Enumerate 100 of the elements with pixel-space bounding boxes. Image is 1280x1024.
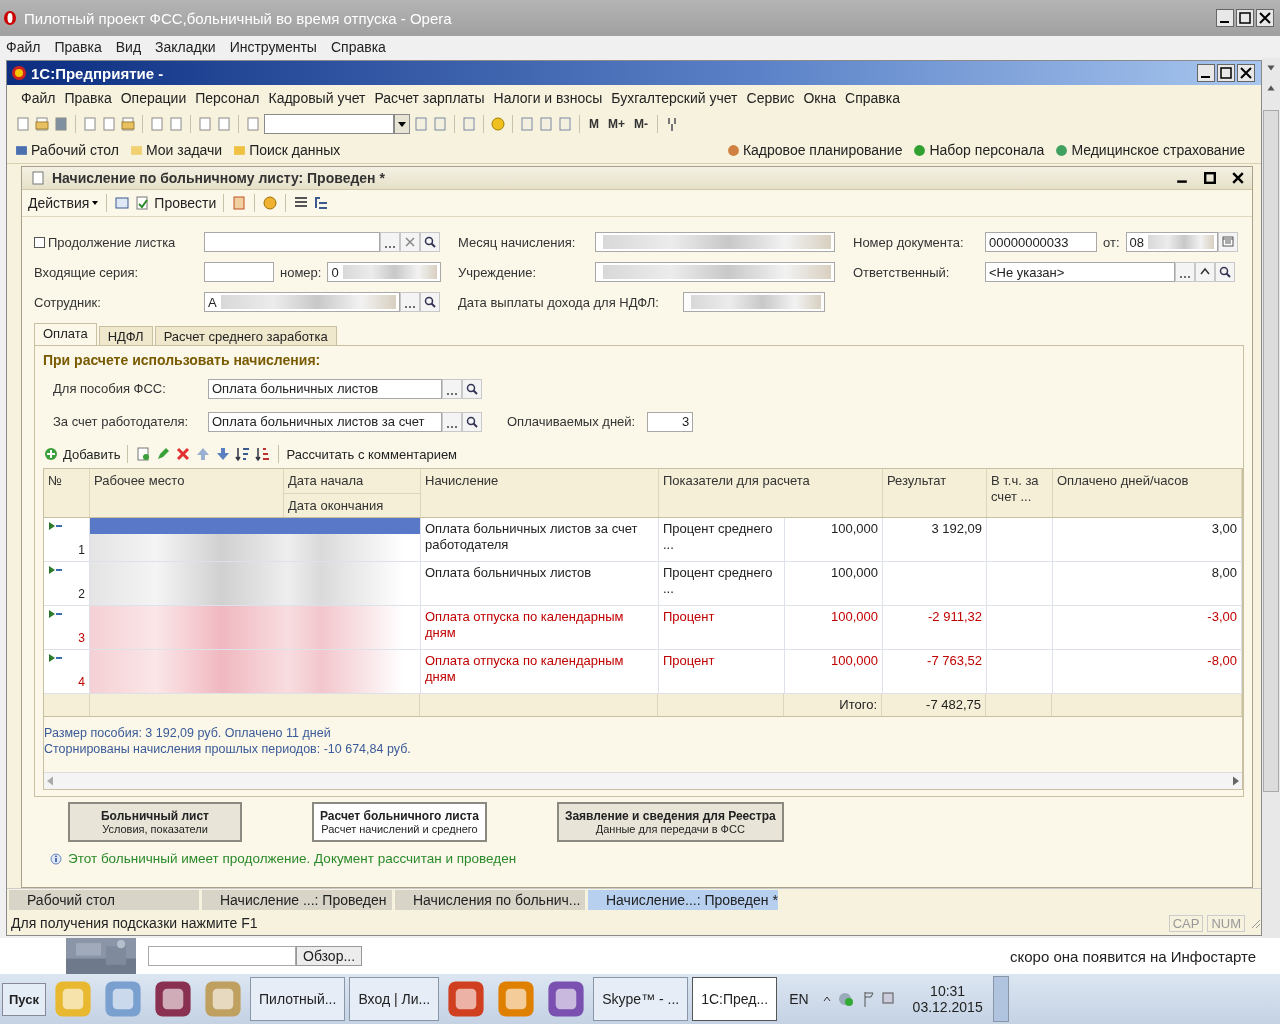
menu-item[interactable]: Справка — [845, 90, 900, 106]
toolbar-icon[interactable] — [82, 116, 98, 132]
maximize-button[interactable] — [1217, 64, 1235, 82]
input-field[interactable] — [204, 232, 380, 252]
column-header[interactable]: Начисление — [421, 469, 659, 517]
column-header[interactable]: В т.ч. за счет ... — [987, 469, 1053, 517]
toolbar-icon[interactable] — [168, 116, 184, 132]
input-field[interactable]: 00000000033 — [985, 232, 1097, 252]
browse-button[interactable]: Обзор... — [296, 946, 363, 966]
select-button[interactable] — [400, 292, 420, 312]
add-button[interactable]: Добавить — [63, 446, 121, 462]
arrow-down-icon[interactable] — [215, 446, 232, 462]
search-button[interactable] — [462, 411, 482, 432]
maximize-button[interactable] — [1236, 9, 1254, 27]
panel-item-icon[interactable] — [15, 143, 28, 157]
search-button[interactable] — [420, 232, 440, 252]
toolbar-icon[interactable] — [53, 116, 69, 132]
menu-item[interactable]: Файл — [21, 90, 56, 106]
menu-item[interactable]: Инструменты — [227, 39, 323, 55]
select-button[interactable] — [442, 378, 462, 399]
tab[interactable]: Оплата — [34, 323, 97, 345]
minimize-button[interactable] — [1197, 64, 1215, 82]
taskbar-button[interactable]: Skype™ - ... — [593, 977, 689, 1021]
document-check-icon[interactable] — [134, 195, 151, 211]
search-icon[interactable] — [245, 116, 261, 132]
menu-item[interactable]: Бухгалтерский учет — [611, 90, 738, 106]
panel-item[interactable]: Набор персонала — [929, 142, 1045, 158]
select-button[interactable] — [442, 411, 462, 432]
column-header[interactable]: Показатели для расчета — [659, 469, 883, 517]
memory-button[interactable]: M — [586, 117, 602, 131]
taskbar-button[interactable]: Вход | Ли... — [349, 977, 440, 1021]
arrow-up-icon[interactable] — [195, 446, 212, 462]
minimize-button[interactable] — [1216, 9, 1234, 27]
toolbar-icon[interactable] — [216, 116, 232, 132]
calendar-button[interactable] — [1217, 232, 1238, 252]
menu-item[interactable]: Персонал — [195, 90, 260, 106]
caret-icon[interactable] — [91, 199, 100, 207]
window-tab[interactable]: Начисление ...: Проведен — [202, 890, 392, 910]
checkbox[interactable] — [34, 236, 45, 248]
start-button[interactable]: Пуск — [2, 982, 46, 1016]
toolbar-icon[interactable] — [519, 116, 535, 132]
tab[interactable]: НДФЛ — [98, 326, 153, 345]
date-field[interactable]: 08 — [1125, 232, 1218, 252]
toolbar-icon[interactable] — [15, 116, 31, 132]
toolbar-icon[interactable] — [114, 195, 131, 211]
show-desktop-button[interactable] — [992, 976, 1009, 1022]
sort-ascending-icon[interactable] — [235, 446, 252, 462]
input-field[interactable]: Оплата больничных листов за счет — [208, 411, 442, 432]
menu-item[interactable]: Окна — [803, 90, 836, 106]
help-icon[interactable] — [262, 195, 279, 211]
input-field[interactable]: Оплата больничных листов — [208, 378, 442, 399]
menu-item[interactable]: Вид — [113, 39, 148, 55]
sort-descending-icon[interactable] — [255, 446, 272, 462]
calculate-button[interactable]: Рассчитать с комментарием — [286, 446, 458, 462]
toolbar-icon[interactable] — [461, 116, 477, 132]
panel-item[interactable]: Кадровое планирование — [742, 142, 903, 158]
dropdown-button[interactable] — [1195, 262, 1215, 282]
toolbar-icon[interactable] — [557, 116, 573, 132]
resize-grip-icon[interactable] — [1249, 917, 1261, 929]
menu-item[interactable]: Сервис — [746, 90, 795, 106]
toolbar-icon[interactable] — [538, 116, 554, 132]
close-button[interactable] — [1256, 9, 1274, 27]
horizontal-scrollbar[interactable] — [44, 772, 1242, 789]
tab[interactable]: Расчет среднего заработка — [154, 326, 337, 345]
file-input-field[interactable] — [148, 946, 296, 966]
menu-item[interactable]: Правка — [52, 39, 108, 55]
structure-icon[interactable] — [313, 195, 330, 211]
actions-menu-button[interactable]: Действия — [28, 195, 90, 211]
select-button[interactable] — [1175, 262, 1195, 282]
number-field[interactable]: 3 — [647, 411, 694, 432]
panel-item[interactable]: Медицинское страхование — [1071, 142, 1245, 158]
toolbar-icon[interactable] — [101, 116, 117, 132]
input-field[interactable]: А — [204, 292, 400, 312]
search-button[interactable] — [462, 378, 482, 399]
panel-item-icon[interactable] — [726, 143, 740, 157]
menu-item[interactable]: Файл — [4, 39, 47, 55]
panel-item-icon[interactable] — [1055, 143, 1069, 157]
input-field[interactable] — [204, 262, 274, 282]
column-header[interactable]: Дата окончания — [284, 493, 420, 517]
taskbar-button[interactable]: Пилотный... — [250, 977, 346, 1021]
column-header[interactable]: Результат — [883, 469, 987, 517]
menu-item[interactable]: Справка — [328, 39, 392, 55]
toolbar-icon[interactable] — [432, 116, 448, 132]
toolbar-icon[interactable] — [34, 116, 50, 132]
window-tab[interactable]: Начисления по больнич... — [395, 890, 585, 910]
toolbar-icon[interactable] — [120, 116, 136, 132]
input-field[interactable] — [595, 232, 835, 252]
navigation-button[interactable]: Заявление и сведения для Реестра Данные для передачи в ФСС — [556, 802, 784, 842]
close-button[interactable] — [1237, 64, 1255, 82]
column-header[interactable]: Рабочее место — [90, 469, 284, 517]
panel-item[interactable]: Рабочий стол — [31, 142, 119, 158]
language-indicator[interactable]: EN — [789, 991, 809, 1007]
info-icon[interactable] — [490, 116, 506, 132]
copy-icon[interactable] — [135, 446, 152, 462]
add-icon[interactable] — [43, 446, 59, 462]
input-field[interactable]: 0 — [327, 262, 442, 282]
menu-item[interactable]: Налоги и взносы — [493, 90, 603, 106]
column-header[interactable]: Оплачено дней/часов — [1053, 469, 1242, 517]
date-field[interactable] — [682, 292, 825, 312]
dropdown-button[interactable] — [394, 114, 410, 134]
